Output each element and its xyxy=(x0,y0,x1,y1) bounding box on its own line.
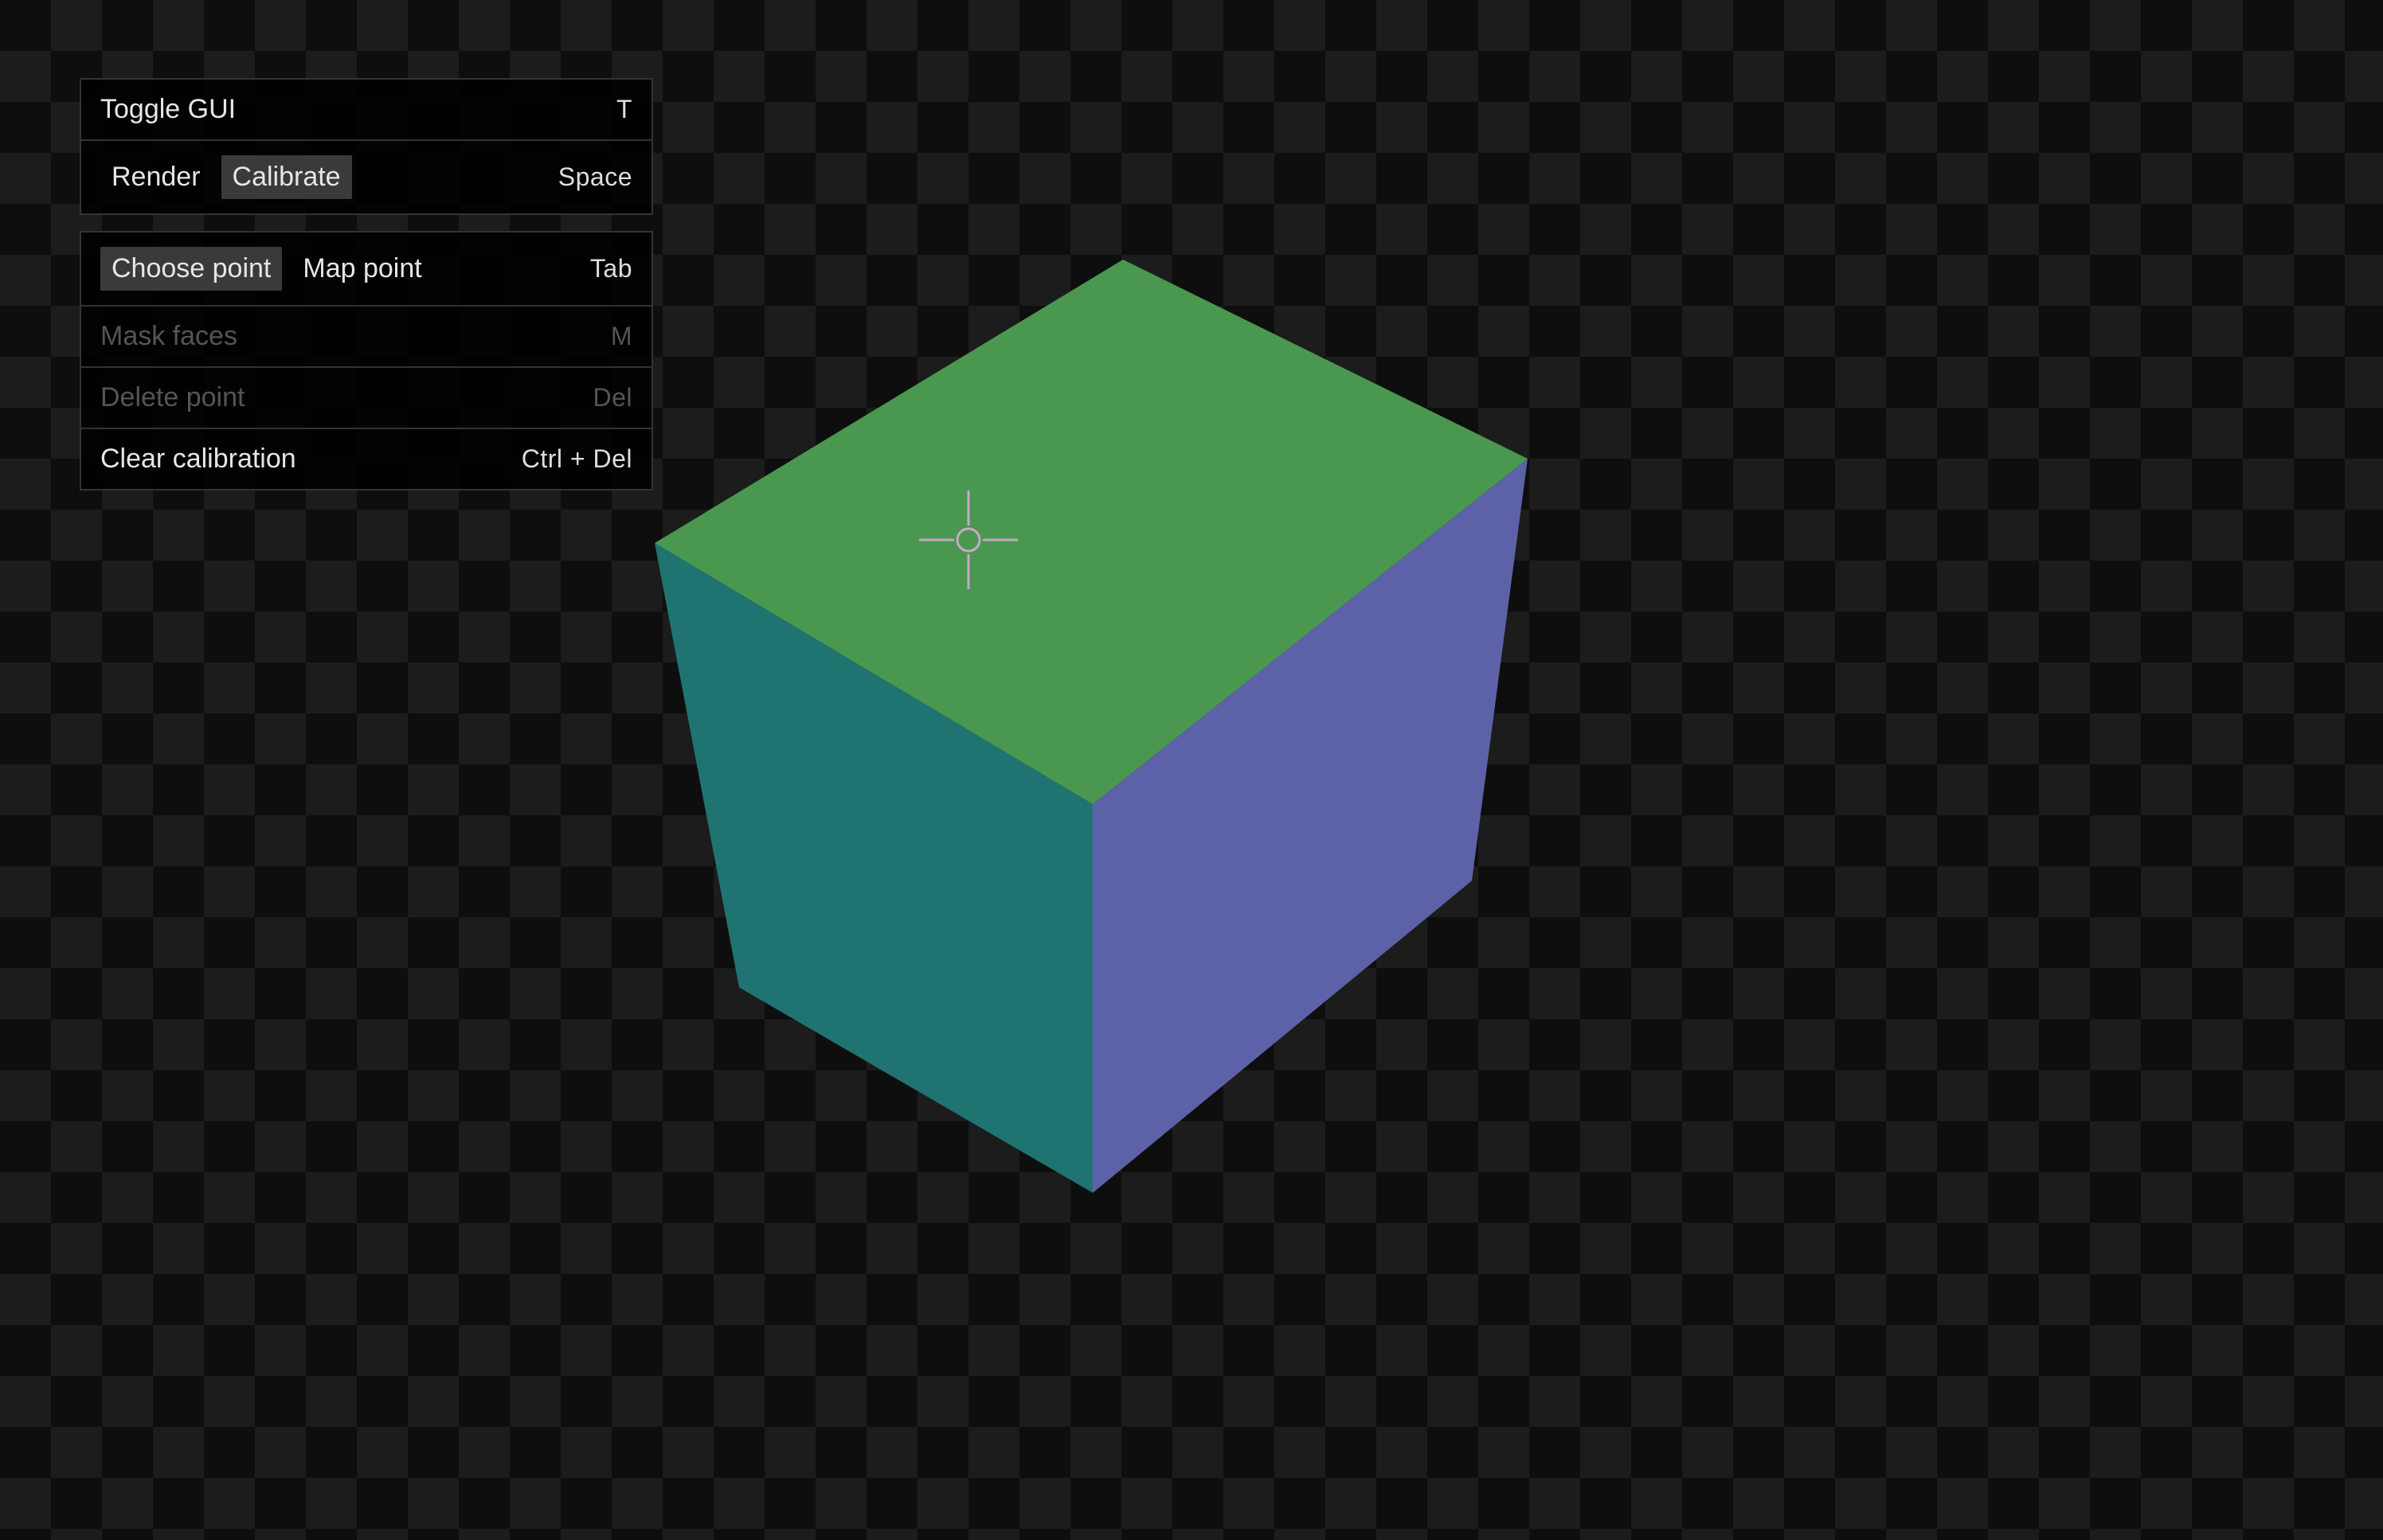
toggle-gui-label: Toggle GUI xyxy=(100,94,236,125)
delete-point-label: Delete point xyxy=(100,382,245,413)
mode-calibrate-option[interactable]: Calibrate xyxy=(221,155,352,199)
toggle-gui-shortcut: T xyxy=(616,95,632,124)
mask-faces-shortcut: M xyxy=(611,322,632,351)
mode-shortcut: Space xyxy=(558,162,632,192)
choose-point-option[interactable]: Choose point xyxy=(100,247,282,291)
toggle-gui-row[interactable]: Toggle GUI T xyxy=(81,80,652,139)
delete-point-row: Delete point Del xyxy=(81,366,652,428)
mask-faces-row: Mask faces M xyxy=(81,305,652,366)
clear-calibration-label: Clear calibration xyxy=(100,444,296,475)
pointmode-row: Choose point Map point Tab xyxy=(81,233,652,305)
clear-calibration-row[interactable]: Clear calibration Ctrl + Del xyxy=(81,428,652,489)
map-point-option[interactable]: Map point xyxy=(292,247,432,291)
delete-point-shortcut: Del xyxy=(593,383,632,412)
clear-calibration-shortcut: Ctrl + Del xyxy=(522,444,632,474)
mask-faces-label: Mask faces xyxy=(100,321,237,352)
mode-render-option[interactable]: Render xyxy=(100,155,212,199)
pointmode-shortcut: Tab xyxy=(590,254,632,283)
gui-panel: Toggle GUI T Render Calibrate Space Choo… xyxy=(80,78,653,506)
gui-group-calibrate: Choose point Map point Tab Mask faces M … xyxy=(80,231,653,491)
mode-row: Render Calibrate Space xyxy=(81,139,652,213)
gui-group-main: Toggle GUI T Render Calibrate Space xyxy=(80,78,653,215)
